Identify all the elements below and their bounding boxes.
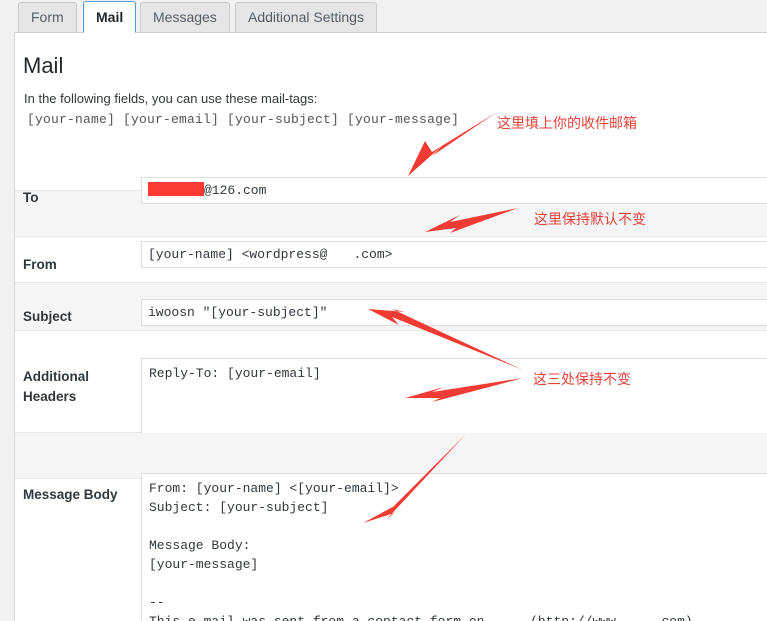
subject-input[interactable]: iwoosn "[your-subject]": [141, 299, 767, 326]
page-root: Form Mail Messages Additional Settings M…: [0, 0, 767, 621]
label-additional-headers: Additional Headers: [23, 367, 143, 407]
message-body-line-2: Subject: [your-subject]: [149, 500, 329, 515]
message-body-line-5: [your-message]: [149, 557, 259, 572]
tab-bar: Form Mail Messages Additional Settings: [0, 0, 767, 33]
annotation-from: 这里保持默认不变: [534, 212, 646, 228]
annotation-to: 这里填上你的收件邮箱: [497, 116, 637, 132]
label-to: To: [23, 190, 39, 205]
message-body-line-8a: This e-mail was sent from a contact form…: [149, 614, 492, 621]
tab-mail[interactable]: Mail: [83, 1, 137, 33]
redaction-bar-to: [148, 182, 204, 196]
additional-headers-textarea[interactable]: Reply-To: [your-email]: [141, 358, 767, 437]
tab-additional-settings[interactable]: Additional Settings: [235, 2, 377, 32]
mail-settings-panel: Mail In the following fields, you can us…: [14, 32, 767, 621]
message-body-line-8c: .com): [654, 614, 693, 621]
annotation-three: 这三处保持不变: [533, 372, 631, 388]
label-additional-headers-line2: Headers: [23, 389, 77, 404]
tab-messages[interactable]: Messages: [140, 2, 230, 32]
message-body-line-4: Message Body:: [149, 538, 251, 553]
from-input[interactable]: [your-name] <wordpress@ .com>: [141, 241, 767, 268]
tab-form[interactable]: Form: [18, 2, 77, 32]
label-from: From: [23, 257, 57, 272]
message-body-line-8b: (http://www.: [522, 614, 624, 621]
from-input-value-prefix: [your-name] <wordpress@: [148, 247, 328, 262]
message-body-textarea[interactable]: From: [your-name] <[your-email]> Subject…: [141, 473, 767, 621]
help-text: In the following fields, you can use the…: [24, 91, 318, 106]
message-body-line-1: From: [your-name] <[your-email]>: [149, 481, 399, 496]
page-title: Mail: [23, 53, 64, 78]
from-input-value-suffix: .com>: [353, 247, 393, 262]
to-input[interactable]: @126.com: [141, 177, 767, 204]
label-message-body: Message Body: [23, 487, 118, 502]
mail-tags-list: [your-name] [your-email] [your-subject] …: [27, 112, 460, 127]
to-input-value: @126.com: [204, 183, 267, 198]
label-additional-headers-line1: Additional: [23, 369, 89, 384]
label-subject: Subject: [23, 309, 72, 324]
message-body-line-7: --: [149, 595, 165, 610]
